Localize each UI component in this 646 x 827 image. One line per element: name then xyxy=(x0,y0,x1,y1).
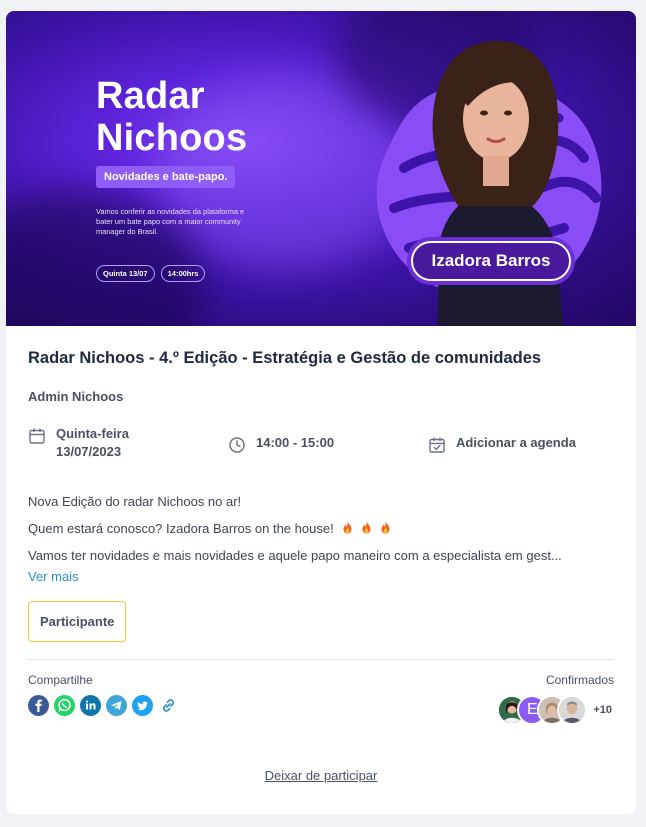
description-line: Nova Edição do radar Nichoos no ar! xyxy=(28,494,242,509)
participant-button[interactable]: Participante xyxy=(28,601,127,642)
event-date: Quinta-feira 13/07/2023 xyxy=(28,425,129,461)
facebook-icon[interactable] xyxy=(28,695,49,716)
description-line: Vamos ter novidades e mais novidades e a… xyxy=(28,548,562,563)
share-and-confirmed: Compartilhe Confirmados E +10 xyxy=(28,660,614,760)
fire-emoji-icon xyxy=(362,521,371,534)
twitter-icon[interactable] xyxy=(132,695,153,716)
avatar xyxy=(557,695,588,725)
linkedin-icon[interactable] xyxy=(80,695,101,716)
event-weekday: Quinta-feira xyxy=(56,426,129,441)
event-meta: Quinta-feira 13/07/2023 14:00 - 15:00 Ad… xyxy=(28,425,614,477)
calendar-icon xyxy=(29,428,45,444)
event-author: Admin Nichoos xyxy=(28,389,124,404)
banner-title: Radar Nichoos xyxy=(96,75,248,159)
link-icon[interactable] xyxy=(158,695,179,716)
fire-emoji-icon xyxy=(381,521,390,534)
see-more-link[interactable]: Ver mais xyxy=(28,569,614,584)
event-description: Nova Edição do radar Nichoos no ar! Quem… xyxy=(28,494,614,564)
share-icons xyxy=(28,695,179,716)
confirmed-avatars[interactable]: E +10 xyxy=(497,695,614,725)
banner-day-pill: Quinta 13/07 xyxy=(96,265,155,282)
banner-pills: Quinta 13/07 14:00hrs xyxy=(96,265,206,282)
leave-event-link[interactable]: Deixar de participar xyxy=(6,768,636,783)
description-line: Quem estará conosco? Izadora Barros on t… xyxy=(28,521,616,537)
event-banner: Radar Nichoos Novidades e bate-papo. Vam… xyxy=(6,11,636,326)
confirmed-label: Confirmados xyxy=(545,673,614,687)
share-label: Compartilhe xyxy=(28,673,93,687)
event-time: 14:00 - 15:00 xyxy=(228,434,334,454)
banner-time-pill: 14:00hrs xyxy=(160,265,206,282)
whatsapp-icon[interactable] xyxy=(54,695,75,716)
add-to-calendar-button[interactable]: Adicionar a agenda xyxy=(428,434,576,454)
speaker-photo xyxy=(432,40,563,326)
telegram-icon[interactable] xyxy=(106,695,127,716)
event-date-value: 13/07/2023 xyxy=(56,444,122,459)
speaker-name-badge: Izadora Barros xyxy=(411,241,571,281)
event-title: Radar Nichoos - 4.º Edição - Estratégia … xyxy=(28,349,542,367)
fire-emoji-icon xyxy=(343,521,352,534)
add-to-calendar-label: Adicionar a agenda xyxy=(456,435,576,450)
event-time-value: 14:00 - 15:00 xyxy=(256,435,335,450)
calendar-check-icon xyxy=(429,437,445,453)
clock-icon xyxy=(229,437,245,453)
confirmed-extra-count: +10 xyxy=(593,704,612,716)
event-content: Radar Nichoos - 4.º Edição - Estratégia … xyxy=(6,349,636,760)
event-card: Radar Nichoos Novidades e bate-papo. Vam… xyxy=(6,11,636,814)
banner-subtitle: Novidades e bate-papo. xyxy=(96,166,236,188)
banner-description: Vamos conferir as novidades da plataform… xyxy=(96,207,245,236)
